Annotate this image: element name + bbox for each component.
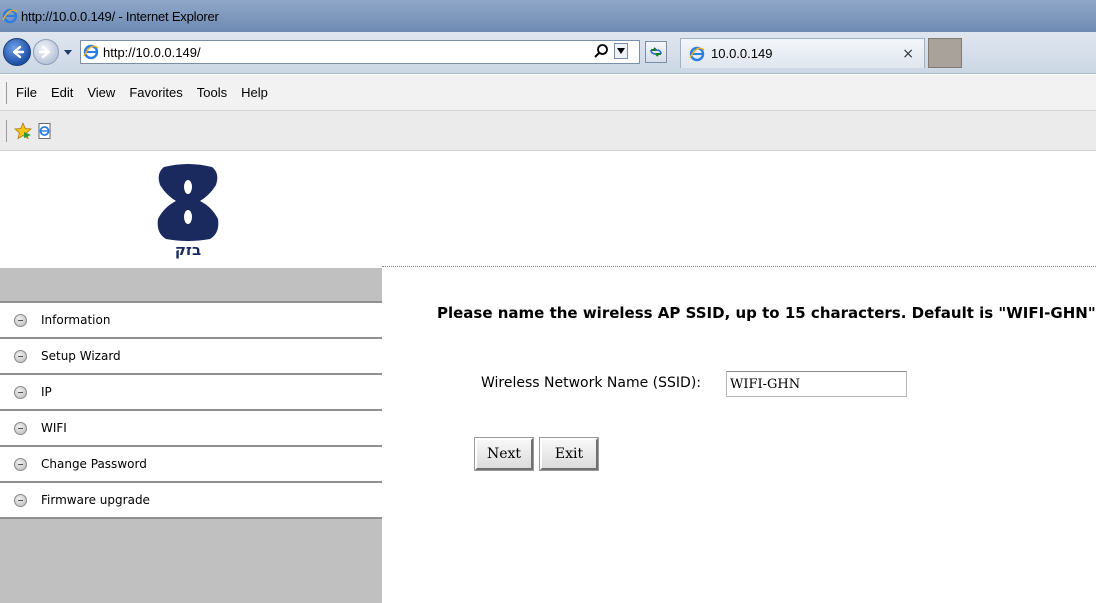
page-icon (83, 44, 99, 60)
sidebar: Information Setup Wizard IP WIFI Change … (0, 268, 382, 603)
sidebar-item-wifi[interactable]: WIFI (0, 411, 382, 447)
menu-bar: File Edit View Favorites Tools Help (0, 75, 1096, 111)
refresh-icon (650, 47, 662, 57)
toolbar-grip (6, 119, 8, 142)
address-bar[interactable]: http://10.0.0.149/ (80, 40, 640, 64)
tab-page-icon (689, 46, 705, 61)
refresh-button[interactable] (645, 41, 667, 63)
ssid-instruction: Please name the wireless AP SSID, up to … (437, 304, 1096, 322)
sidebar-item-label[interactable]: IP (41, 385, 52, 399)
sidebar-item-information[interactable]: Information (0, 303, 382, 339)
internet-explorer-icon (2, 8, 18, 24)
favorites-bar (0, 111, 1096, 151)
address-text[interactable]: http://10.0.0.149/ (103, 45, 201, 60)
window-title: http://10.0.0.149/ - Internet Explorer (21, 8, 219, 24)
forward-arrow-icon (38, 45, 51, 59)
minus-bullet-icon (14, 313, 27, 327)
minus-bullet-icon (14, 385, 27, 399)
sidebar-item-label[interactable]: Information (41, 313, 110, 327)
back-arrow-icon (12, 45, 25, 59)
sidebar-footer (0, 519, 382, 603)
menu-file[interactable]: File (16, 85, 37, 100)
next-button[interactable]: Next (474, 437, 534, 471)
bezeq-logo-text: בזק (174, 241, 202, 259)
sidebar-item-label[interactable]: Setup Wizard (41, 349, 121, 363)
navigation-bar: http://10.0.0.149/ 10.0.0.149 × (0, 32, 1096, 74)
suggested-sites-icon[interactable] (36, 122, 54, 140)
exit-button[interactable]: Exit (539, 437, 599, 471)
menu-edit[interactable]: Edit (51, 85, 73, 100)
tab-10-0-0-149[interactable]: 10.0.0.149 × (680, 38, 925, 68)
sidebar-header (0, 268, 382, 303)
bezeq-logo: בזק (150, 163, 226, 263)
header-divider (382, 266, 1096, 267)
ssid-label: Wireless Network Name (SSID): (481, 375, 702, 391)
sidebar-item-label[interactable]: WIFI (41, 421, 67, 435)
menu-tools[interactable]: Tools (197, 85, 227, 100)
recent-pages-dropdown-icon[interactable] (63, 47, 73, 57)
toolbar-grip (6, 81, 8, 104)
minus-bullet-icon (14, 349, 27, 363)
new-tab-button[interactable] (928, 38, 962, 68)
forward-button[interactable] (33, 39, 59, 65)
sidebar-item-setup-wizard[interactable]: Setup Wizard (0, 339, 382, 375)
menu-favorites[interactable]: Favorites (129, 85, 182, 100)
close-tab-icon[interactable]: × (902, 46, 914, 62)
menu-view[interactable]: View (87, 85, 115, 100)
sidebar-item-change-password[interactable]: Change Password (0, 447, 382, 483)
address-dropdown-button[interactable] (614, 43, 628, 59)
sidebar-item-label[interactable]: Firmware upgrade (41, 493, 150, 507)
back-button[interactable] (3, 38, 31, 66)
favorites-star-icon[interactable] (14, 121, 32, 140)
minus-bullet-icon (14, 493, 27, 507)
bezeq-logo-mark (157, 164, 219, 241)
search-icon[interactable] (593, 43, 609, 59)
sidebar-item-ip[interactable]: IP (0, 375, 382, 411)
minus-bullet-icon (14, 421, 27, 435)
sidebar-item-label[interactable]: Change Password (41, 457, 147, 471)
ssid-input[interactable] (726, 371, 907, 397)
window-title-bar: http://10.0.0.149/ - Internet Explorer (0, 0, 1096, 32)
minus-bullet-icon (14, 457, 27, 471)
chevron-down-icon (617, 48, 625, 54)
sidebar-item-firmware-upgrade[interactable]: Firmware upgrade (0, 483, 382, 519)
tab-title: 10.0.0.149 (711, 46, 773, 61)
menu-help[interactable]: Help (241, 85, 268, 100)
